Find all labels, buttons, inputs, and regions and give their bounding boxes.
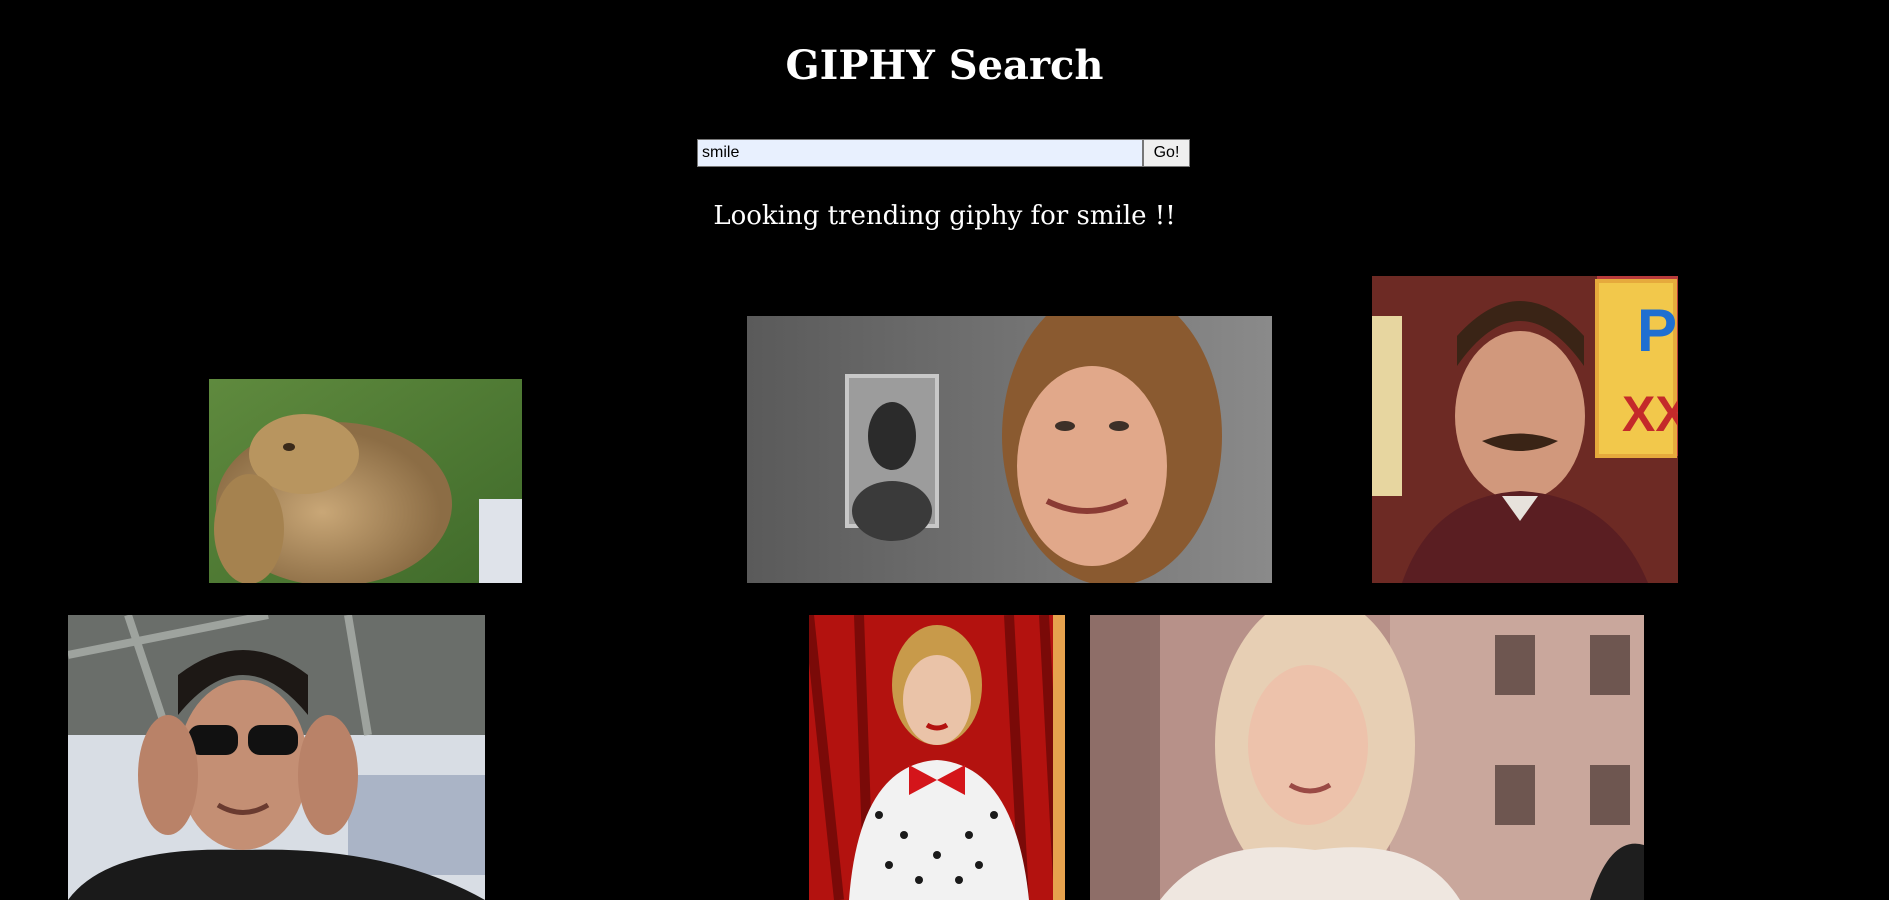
status-message: Looking trending giphy for smile !! <box>713 201 1176 231</box>
svg-text:XX: XX <box>1622 386 1678 442</box>
page-title: GIPHY Search <box>785 42 1104 89</box>
go-button[interactable]: Go! <box>1143 139 1190 167</box>
search-input[interactable] <box>697 139 1143 167</box>
svg-text:P: P <box>1637 297 1677 364</box>
gif-woman-blonde[interactable] <box>1090 615 1644 900</box>
gif-bunny[interactable] <box>209 379 522 583</box>
gif-woman-smiling[interactable] <box>747 316 1272 583</box>
gif-woman-bowtie[interactable] <box>809 615 1065 900</box>
gif-man-sunglasses[interactable] <box>68 615 485 900</box>
search-form: Go! <box>697 139 1190 167</box>
gif-man-mustache[interactable]: P XX <box>1372 276 1678 583</box>
